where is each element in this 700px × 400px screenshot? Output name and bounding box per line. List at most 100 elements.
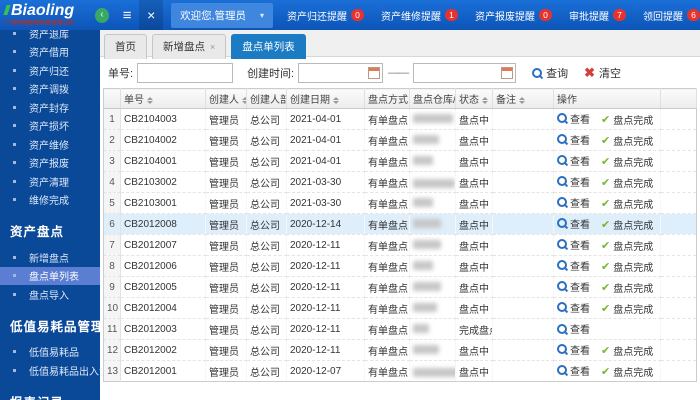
cell-warehouse	[410, 319, 456, 340]
reminder-tab[interactable]: 领回提醒6	[643, 8, 700, 23]
content-tab[interactable]: 新增盘点×	[152, 34, 226, 59]
complete-inventory-button[interactable]: ✔盘点完成	[601, 154, 653, 169]
content-tab[interactable]: 首页	[104, 34, 147, 59]
search-button[interactable]: 查询	[532, 65, 568, 81]
table-row[interactable]: 2CB2104002管理员总公司2021-04-01有单盘点盘点中查看✔盘点完成	[104, 130, 697, 151]
column-header-label: 操作	[557, 95, 577, 106]
content-tab[interactable]: 盘点单列表	[231, 34, 306, 59]
table-row[interactable]: 7CB2012007管理员总公司2020-12-11有单盘点盘点中查看✔盘点完成	[104, 235, 697, 256]
view-button[interactable]: 查看	[557, 132, 590, 147]
complete-inventory-button[interactable]: ✔盘点完成	[601, 259, 653, 274]
sidebar-item[interactable]: 资产封存	[0, 98, 100, 117]
view-button[interactable]: 查看	[557, 174, 590, 189]
view-button[interactable]: 查看	[557, 153, 590, 168]
sidebar-item[interactable]: 盘点单列表	[0, 267, 100, 286]
column-header[interactable]: 盘点方式	[365, 89, 410, 109]
cell-method: 有单盘点	[365, 361, 410, 382]
reminder-tab[interactable]: 资产维修提醒1	[381, 8, 458, 23]
view-button[interactable]: 查看	[557, 258, 590, 273]
table-row[interactable]: 3CB2104001管理员总公司2021-04-01有单盘点盘点中查看✔盘点完成	[104, 151, 697, 172]
table-row[interactable]: 12CB2012002管理员总公司2020-12-11有单盘点盘点中查看✔盘点完…	[104, 340, 697, 361]
complete-inventory-button[interactable]: ✔盘点完成	[601, 112, 653, 127]
clear-button[interactable]: ✖ 清空	[584, 65, 621, 81]
sidebar-item[interactable]: 资产损坏	[0, 117, 100, 136]
order-no-input[interactable]	[137, 63, 233, 83]
sidebar-section-title[interactable]: 低值易耗品管理	[0, 304, 100, 343]
complete-inventory-button[interactable]: ✔盘点完成	[601, 343, 653, 358]
sidebar-item-label: 盘点导入	[29, 287, 69, 302]
column-header[interactable]: 状态	[456, 89, 493, 109]
table-row[interactable]: 4CB2103002管理员总公司2021-03-30有单盘点理点盘点中查看✔盘点…	[104, 172, 697, 193]
collapse-sidebar-icon[interactable]: ‹	[95, 8, 109, 23]
view-button[interactable]: 查看	[557, 279, 590, 294]
table-row[interactable]: 11CB2012003管理员总公司2020-12-11有单盘点完成盘点查看	[104, 319, 697, 340]
view-button-label: 查看	[570, 132, 590, 147]
sidebar-item[interactable]: 新增盘点	[0, 248, 100, 267]
complete-inventory-button[interactable]: ✔盘点完成	[601, 280, 653, 295]
cell-order-no: CB2012002	[121, 340, 206, 361]
cell-creator-dept: 总公司	[247, 361, 287, 382]
sidebar-item[interactable]: 资产报废	[0, 154, 100, 173]
sidebar-item[interactable]: 资产退库	[0, 30, 100, 43]
calendar-icon[interactable]	[501, 67, 513, 79]
complete-inventory-button[interactable]: ✔盘点完成	[601, 196, 653, 211]
sidebar-item-label: 新增盘点	[29, 250, 69, 265]
sidebar-item[interactable]: 资产借用	[0, 43, 100, 62]
row-number: 7	[104, 235, 121, 256]
calendar-icon[interactable]	[368, 67, 380, 79]
table-row[interactable]: 10CB2012004管理员总公司2020-12-11有单盘点盘点中查看✔盘点完…	[104, 298, 697, 319]
complete-inventory-button[interactable]: ✔盘点完成	[601, 133, 653, 148]
column-header[interactable]: 备注	[493, 89, 554, 109]
reminder-tab[interactable]: 资产报废提醒0	[475, 8, 552, 23]
complete-inventory-button[interactable]: ✔盘点完成	[601, 364, 653, 379]
clear-button-label: 清空	[599, 65, 621, 81]
view-button[interactable]: 查看	[557, 237, 590, 252]
table-row[interactable]: 13CB2012001管理员总公司2020-12-07有单盘点理点盘点中查看✔盘…	[104, 361, 697, 382]
table-row[interactable]: 8CB2012006管理员总公司2020-12-11有单盘点盘点中查看✔盘点完成	[104, 256, 697, 277]
sidebar-item[interactable]: 低值易耗品	[0, 343, 100, 362]
table-row[interactable]: 1CB2104003管理员总公司2021-04-01有单盘点盘点中查看✔盘点完成	[104, 109, 697, 130]
column-header[interactable]: 单号	[121, 89, 206, 109]
cell-warehouse	[410, 235, 456, 256]
column-header[interactable]: 创建人	[206, 89, 247, 109]
view-button[interactable]: 查看	[557, 195, 590, 210]
reminder-tab[interactable]: 资产归还提醒0	[287, 8, 364, 23]
sidebar-item[interactable]: 资产清理	[0, 172, 100, 191]
sidebar-item[interactable]: 盘点导入	[0, 285, 100, 304]
user-menu[interactable]: 欢迎您,管理员 ▾	[171, 3, 273, 28]
column-header[interactable]: 盘点仓库/部门	[410, 89, 456, 109]
magnifier-icon	[557, 324, 567, 334]
sidebar-item[interactable]: 资产调拨	[0, 80, 100, 99]
hamburger-menu-icon[interactable]: ≡	[123, 7, 132, 24]
view-button[interactable]: 查看	[557, 321, 590, 336]
tab-close-icon[interactable]: ×	[210, 42, 215, 52]
sidebar-section-title[interactable]: 报表记录	[0, 380, 100, 400]
cell-warehouse	[410, 277, 456, 298]
view-button[interactable]: 查看	[557, 300, 590, 315]
close-icon[interactable]: ×	[139, 0, 163, 30]
complete-inventory-button[interactable]: ✔盘点完成	[601, 217, 653, 232]
sidebar-item[interactable]: 低值易耗品出入记录	[0, 361, 100, 380]
sidebar-item[interactable]: 资产归还	[0, 61, 100, 80]
sidebar-item[interactable]: 资产维修	[0, 135, 100, 154]
cell-create-date: 2021-04-01	[287, 109, 365, 130]
cell-creator: 管理员	[206, 235, 247, 256]
column-header[interactable]: 创建日期	[287, 89, 365, 109]
sidebar-item-label: 资产维修	[29, 137, 69, 152]
table-row[interactable]: 5CB2103001管理员总公司2021-03-30有单盘点盘点中查看✔盘点完成	[104, 193, 697, 214]
column-header[interactable]: 创建人部门	[247, 89, 287, 109]
sidebar-item[interactable]: 维修完成	[0, 191, 100, 210]
view-button[interactable]: 查看	[557, 363, 590, 378]
table-row[interactable]: 6CB2012008管理员总公司2020-12-14有单盘点盘点中查看✔盘点完成	[104, 214, 697, 235]
complete-inventory-button[interactable]: ✔盘点完成	[601, 301, 653, 316]
complete-inventory-button[interactable]: ✔盘点完成	[601, 238, 653, 253]
table-row[interactable]: 9CB2012005管理员总公司2020-12-11有单盘点盘点中查看✔盘点完成	[104, 277, 697, 298]
view-button[interactable]: 查看	[557, 342, 590, 357]
complete-inventory-button[interactable]: ✔盘点完成	[601, 175, 653, 190]
cell-actions: 查看 ✔盘点完成	[554, 214, 661, 235]
reminder-tab[interactable]: 审批提醒7	[569, 8, 626, 23]
view-button[interactable]: 查看	[557, 111, 590, 126]
sidebar-section-title[interactable]: 资产盘点	[0, 209, 100, 248]
view-button[interactable]: 查看	[557, 216, 590, 231]
cell-method: 有单盘点	[365, 340, 410, 361]
